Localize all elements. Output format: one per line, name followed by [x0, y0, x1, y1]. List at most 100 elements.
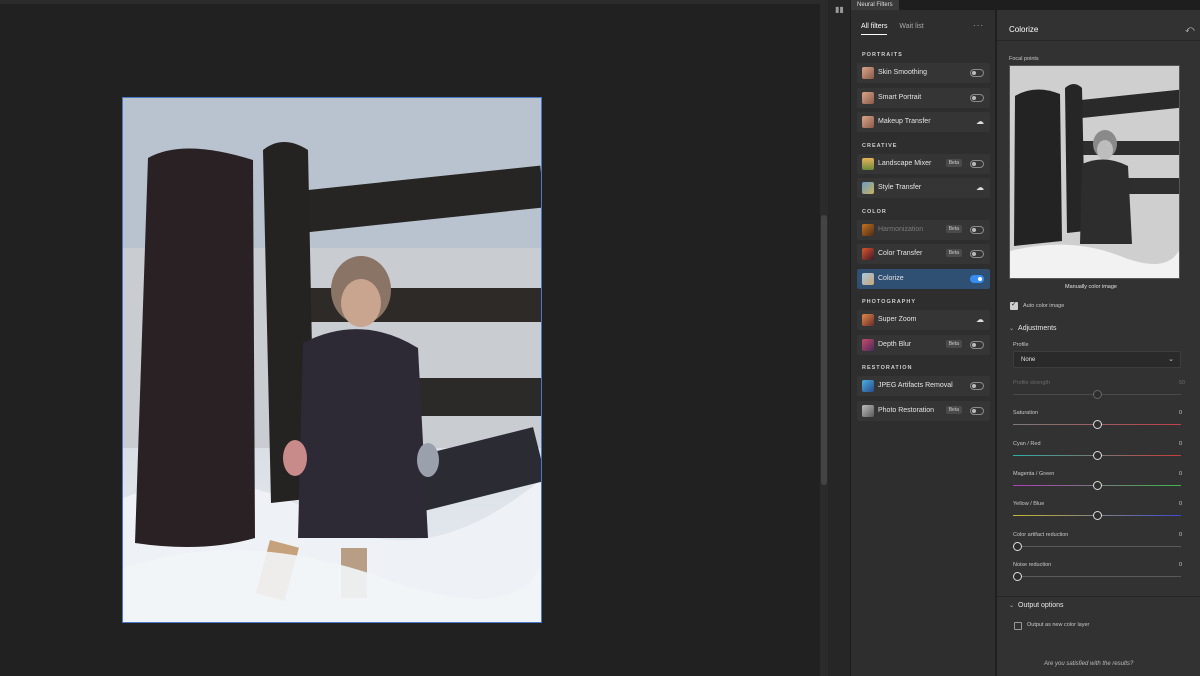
auto-color-checkbox[interactable] — [1010, 300, 1018, 310]
settings-header-divider — [997, 40, 1200, 41]
face-thumb-icon — [862, 91, 874, 104]
colorize-thumb-icon — [862, 272, 874, 285]
adjustment-slider[interactable] — [1013, 511, 1181, 521]
filter-toggle[interactable] — [970, 69, 984, 77]
scrollbar-thumb[interactable] — [821, 215, 827, 485]
jpeg-thumb-icon — [862, 380, 874, 392]
reset-icon[interactable]: ⤺ — [1185, 24, 1195, 35]
grayscale-preview-image — [1010, 66, 1179, 278]
filter-toggle[interactable] — [970, 406, 984, 415]
slider-knob[interactable] — [1013, 571, 1022, 581]
category-header: PORTRAITS — [862, 52, 903, 58]
profile-value: None — [1021, 357, 1036, 363]
filter-item[interactable]: Style Transfer ☁ — [857, 178, 990, 198]
photo-preview[interactable] — [122, 97, 542, 623]
beta-badge: Beta — [945, 249, 962, 257]
zoom-thumb-icon — [862, 314, 874, 326]
panel-tab-neural-filters[interactable]: Neural Filters — [851, 0, 899, 10]
slider-label: Yellow / Blue — [1013, 501, 1045, 508]
cloud-download-icon[interactable]: ☁ — [976, 117, 984, 126]
profile-dropdown[interactable]: None ⌄ — [1013, 351, 1181, 368]
adjustment-slider[interactable] — [1013, 450, 1181, 461]
output-options-section-header[interactable]: ⌄ Output options — [1009, 602, 1064, 609]
slider-knob[interactable] — [1092, 420, 1102, 430]
adjustment-slider[interactable] — [1013, 480, 1181, 491]
cloud-download-icon[interactable]: ☁ — [976, 183, 984, 192]
more-options-icon[interactable]: ··· — [973, 21, 984, 30]
harmonize-thumb-icon — [862, 223, 874, 236]
panel-collapse-icon[interactable]: ▮▮ — [835, 5, 844, 14]
beta-badge: Beta — [945, 339, 962, 348]
category-header: COLOR — [862, 208, 887, 215]
filter-item-label: Photo Restoration — [878, 406, 935, 414]
filter-item-label: Style Transfer — [878, 184, 922, 191]
slider-knob[interactable] — [1013, 541, 1022, 551]
landscape-thumb-icon — [862, 157, 874, 170]
adjustment-slider[interactable] — [1013, 541, 1181, 552]
filter-toggle[interactable] — [970, 93, 984, 102]
beta-badge: Beta — [945, 405, 962, 414]
filter-item[interactable]: Landscape Mixer Beta — [857, 153, 990, 174]
filter-toggle[interactable] — [970, 250, 984, 258]
filter-toggle[interactable] — [970, 340, 984, 349]
filter-item[interactable]: Skin Smoothing — [857, 63, 990, 83]
category-header: PHOTOGRAPHY — [862, 299, 916, 305]
adjustment-slider[interactable] — [1013, 420, 1181, 430]
tab-all-filters[interactable]: All filters — [861, 23, 888, 35]
filter-item-label: Depth Blur — [878, 340, 912, 348]
filter-toggle[interactable] — [970, 159, 984, 168]
chevron-down-icon: ⌄ — [1009, 603, 1015, 609]
slider-knob[interactable] — [1092, 450, 1102, 460]
manual-color-link[interactable]: Manually color image — [1065, 284, 1117, 290]
filter-item[interactable]: Colorize — [857, 268, 990, 289]
beta-badge: Beta — [945, 224, 962, 233]
output-layer-checkbox[interactable] — [1014, 622, 1022, 630]
filter-item[interactable]: Photo Restoration Beta — [857, 400, 990, 421]
feedback-prompt: Are you satisfied with the results? — [1044, 661, 1134, 667]
slider-label: Magenta / Green — [1013, 470, 1055, 477]
adjustment-slider[interactable] — [1013, 571, 1181, 582]
filter-item-label: Color Transfer — [878, 250, 923, 257]
filter-item[interactable]: Harmonization Beta — [857, 219, 990, 240]
filter-item[interactable]: JPEG Artifacts Removal — [857, 376, 990, 396]
slider-label: Noise reduction — [1013, 561, 1052, 568]
colorized-photo-image — [123, 98, 541, 622]
filter-item[interactable]: Super Zoom ☁ — [857, 310, 990, 330]
adjustments-divider — [997, 596, 1200, 597]
slider-label: Profile strength — [1013, 380, 1050, 386]
adjustment-slider[interactable] — [1013, 390, 1181, 400]
filter-toggle[interactable] — [970, 225, 984, 234]
panel-dock-gutter: ▮▮ — [828, 0, 850, 676]
filter-item-label: Super Zoom — [878, 316, 917, 323]
slider-track[interactable] — [1013, 575, 1181, 577]
filter-item-label: Skin Smoothing — [878, 69, 928, 76]
output-options-label: Output options — [1018, 602, 1064, 609]
filter-tabs: All filters Wait list — [861, 23, 934, 35]
filter-toggle[interactable] — [970, 382, 984, 390]
slider-knob[interactable] — [1092, 480, 1102, 490]
slider-label: Color artifact reduction — [1013, 531, 1069, 538]
slider-value: 0 — [1179, 410, 1183, 417]
cloud-download-icon[interactable]: ☁ — [976, 315, 984, 324]
painting-thumb-icon — [862, 182, 874, 194]
filter-list: All filters Wait list ··· PORTRAITS Skin … — [851, 10, 997, 676]
chevron-down-icon: ⌄ — [1009, 326, 1015, 332]
filter-toggle[interactable] — [970, 274, 984, 283]
filter-settings: Colorize ⤺ Focal points Manually color i… — [997, 10, 1200, 676]
profile-label: Profile — [1013, 342, 1029, 348]
filter-item[interactable]: Depth Blur Beta — [857, 334, 990, 355]
category-header: CREATIVE — [862, 142, 898, 149]
face-thumb-icon — [862, 116, 874, 128]
filter-item[interactable]: Smart Portrait — [857, 87, 990, 108]
slider-knob[interactable] — [1092, 511, 1102, 521]
adjustments-section-header[interactable]: ⌄ Adjustments — [1009, 325, 1057, 332]
filter-item-label: Colorize — [878, 274, 904, 282]
tab-wait-list[interactable]: Wait list — [899, 23, 923, 30]
filter-item[interactable]: Makeup Transfer ☁ — [857, 112, 990, 132]
focal-points-preview[interactable] — [1009, 65, 1180, 279]
filter-item[interactable]: Color Transfer Beta — [857, 244, 990, 264]
auto-color-label: Auto color image — [1023, 303, 1065, 309]
face-thumb-icon — [862, 67, 874, 79]
slider-knob[interactable] — [1092, 390, 1102, 399]
slider-track[interactable] — [1013, 545, 1181, 547]
